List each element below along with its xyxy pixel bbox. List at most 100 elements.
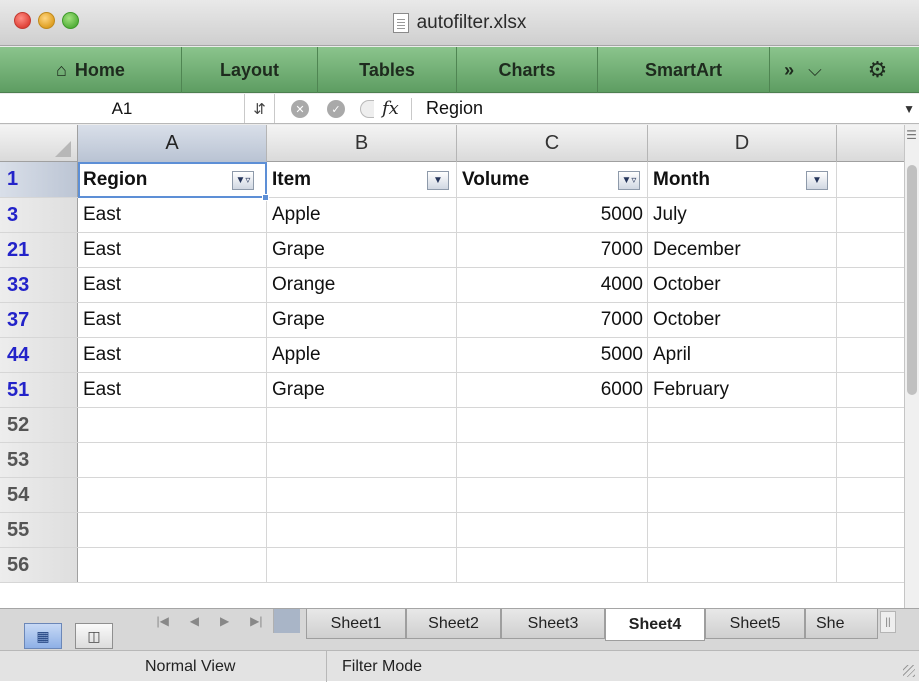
cell-month[interactable]: April — [648, 338, 837, 372]
empty-cell[interactable] — [648, 478, 837, 512]
empty-cell[interactable] — [648, 513, 837, 547]
empty-cell[interactable] — [267, 443, 457, 477]
tab-home[interactable]: ⌂ Home — [0, 47, 182, 93]
resize-grip-icon[interactable] — [903, 665, 915, 677]
cell-region[interactable]: East — [78, 233, 267, 267]
empty-cell[interactable] — [837, 548, 904, 582]
empty-cell[interactable] — [837, 513, 904, 547]
cell-volume[interactable]: 7000 — [457, 233, 648, 267]
cell-region[interactable]: East — [78, 338, 267, 372]
row-number[interactable]: 37 — [0, 303, 78, 337]
empty-cell[interactable] — [837, 373, 904, 407]
empty-cell[interactable] — [78, 513, 267, 547]
empty-cell[interactable] — [267, 408, 457, 442]
filter-active-volume-button[interactable]: ▼▿ — [618, 171, 640, 190]
filter-month-dropdown[interactable]: ▼ — [806, 171, 828, 190]
page-layout-view-button[interactable]: ◫ — [75, 623, 113, 649]
cell-volume[interactable]: 7000 — [457, 303, 648, 337]
empty-cell[interactable] — [837, 233, 904, 267]
name-box-stepper[interactable]: ⇵ — [245, 94, 275, 123]
filter-item-dropdown[interactable]: ▼ — [427, 171, 449, 190]
cell-item[interactable]: Grape — [267, 303, 457, 337]
autosum-toggle[interactable] — [360, 100, 374, 118]
ribbon-settings-button[interactable]: ⚙ — [836, 47, 919, 93]
column-header-d[interactable]: D — [648, 125, 837, 162]
normal-view-button[interactable]: ▦ — [24, 623, 62, 649]
empty-cell[interactable] — [267, 478, 457, 512]
column-header-e[interactable] — [837, 125, 904, 162]
cell-volume[interactable]: 4000 — [457, 268, 648, 302]
select-all-corner[interactable] — [0, 125, 78, 162]
cell-region[interactable]: East — [78, 373, 267, 407]
cell-item[interactable]: Apple — [267, 198, 457, 232]
row-number[interactable]: 44 — [0, 338, 78, 372]
ribbon-overflow-button[interactable]: » ⌵ — [770, 47, 836, 93]
empty-cell[interactable] — [78, 478, 267, 512]
cancel-edit-button[interactable]: ✕ — [291, 100, 309, 118]
empty-cell[interactable] — [78, 408, 267, 442]
cell-region[interactable]: East — [78, 198, 267, 232]
row-number[interactable]: 56 — [0, 548, 78, 582]
worksheet-grid[interactable]: A B C D 1 Region Item Volume Month ▼▿ ▼ … — [0, 125, 904, 608]
last-sheet-icon[interactable]: ▶| — [250, 614, 262, 628]
empty-cell[interactable] — [837, 198, 904, 232]
cell-month[interactable]: July — [648, 198, 837, 232]
empty-cell[interactable] — [837, 338, 904, 372]
next-sheet-icon[interactable]: ▶ — [220, 614, 229, 628]
row-number[interactable]: 53 — [0, 443, 78, 477]
tab-tables[interactable]: Tables — [318, 47, 457, 93]
cell-month[interactable]: December — [648, 233, 837, 267]
filter-active-region-button[interactable]: ▼▿ — [232, 171, 254, 190]
insert-function-button[interactable]: fx — [382, 94, 399, 123]
empty-cell[interactable] — [457, 478, 648, 512]
cell-item[interactable]: Grape — [267, 233, 457, 267]
cell-volume[interactable]: 5000 — [457, 198, 648, 232]
cell-item[interactable]: Orange — [267, 268, 457, 302]
first-sheet-icon[interactable]: |◀ — [156, 614, 168, 628]
column-header-a[interactable]: A — [78, 125, 267, 162]
column-header-c[interactable]: C — [457, 125, 648, 162]
empty-cell[interactable] — [837, 408, 904, 442]
empty-cell[interactable] — [837, 303, 904, 337]
empty-cell[interactable] — [457, 513, 648, 547]
row-number[interactable]: 3 — [0, 198, 78, 232]
empty-cell[interactable] — [457, 443, 648, 477]
row-number[interactable]: 52 — [0, 408, 78, 442]
cell-volume[interactable]: 5000 — [457, 338, 648, 372]
column-header-b[interactable]: B — [267, 125, 457, 162]
sheet-tab-sheet1[interactable]: Sheet1 — [306, 609, 406, 639]
horizontal-split-handle[interactable]: || — [880, 611, 896, 633]
cell-region[interactable]: East — [78, 268, 267, 302]
cell-volume[interactable]: 6000 — [457, 373, 648, 407]
formula-input[interactable]: Region — [426, 94, 483, 123]
cell-month[interactable]: October — [648, 303, 837, 337]
fill-handle[interactable] — [262, 194, 269, 201]
name-box[interactable]: A1 — [0, 94, 245, 123]
formula-expand-icon[interactable]: ▼ — [903, 94, 915, 123]
empty-cell[interactable] — [837, 478, 904, 512]
cell-item[interactable]: Apple — [267, 338, 457, 372]
row-number[interactable]: 51 — [0, 373, 78, 407]
sheet-tab-sheet4[interactable]: Sheet4 — [605, 609, 705, 641]
tab-layout[interactable]: Layout — [182, 47, 318, 93]
sheet-tab-sheet2[interactable]: Sheet2 — [406, 609, 501, 639]
empty-cell[interactable] — [457, 548, 648, 582]
previous-sheet-icon[interactable]: ◀ — [190, 614, 199, 628]
row-number[interactable]: 55 — [0, 513, 78, 547]
empty-cell[interactable] — [78, 548, 267, 582]
vertical-scrollbar[interactable] — [904, 125, 919, 608]
cell-month[interactable]: February — [648, 373, 837, 407]
cell-region[interactable]: East — [78, 303, 267, 337]
row-number[interactable]: 21 — [0, 233, 78, 267]
accept-edit-button[interactable]: ✓ — [327, 100, 345, 118]
tab-charts[interactable]: Charts — [457, 47, 598, 93]
empty-cell[interactable] — [267, 548, 457, 582]
row-number[interactable]: 54 — [0, 478, 78, 512]
cell-item[interactable]: Grape — [267, 373, 457, 407]
empty-cell[interactable] — [837, 268, 904, 302]
empty-cell[interactable] — [78, 443, 267, 477]
vertical-scroll-thumb[interactable] — [907, 165, 917, 395]
sheet-tab-sheet6[interactable]: She — [805, 609, 878, 639]
tab-smartart[interactable]: SmartArt — [598, 47, 770, 93]
empty-cell[interactable] — [648, 548, 837, 582]
